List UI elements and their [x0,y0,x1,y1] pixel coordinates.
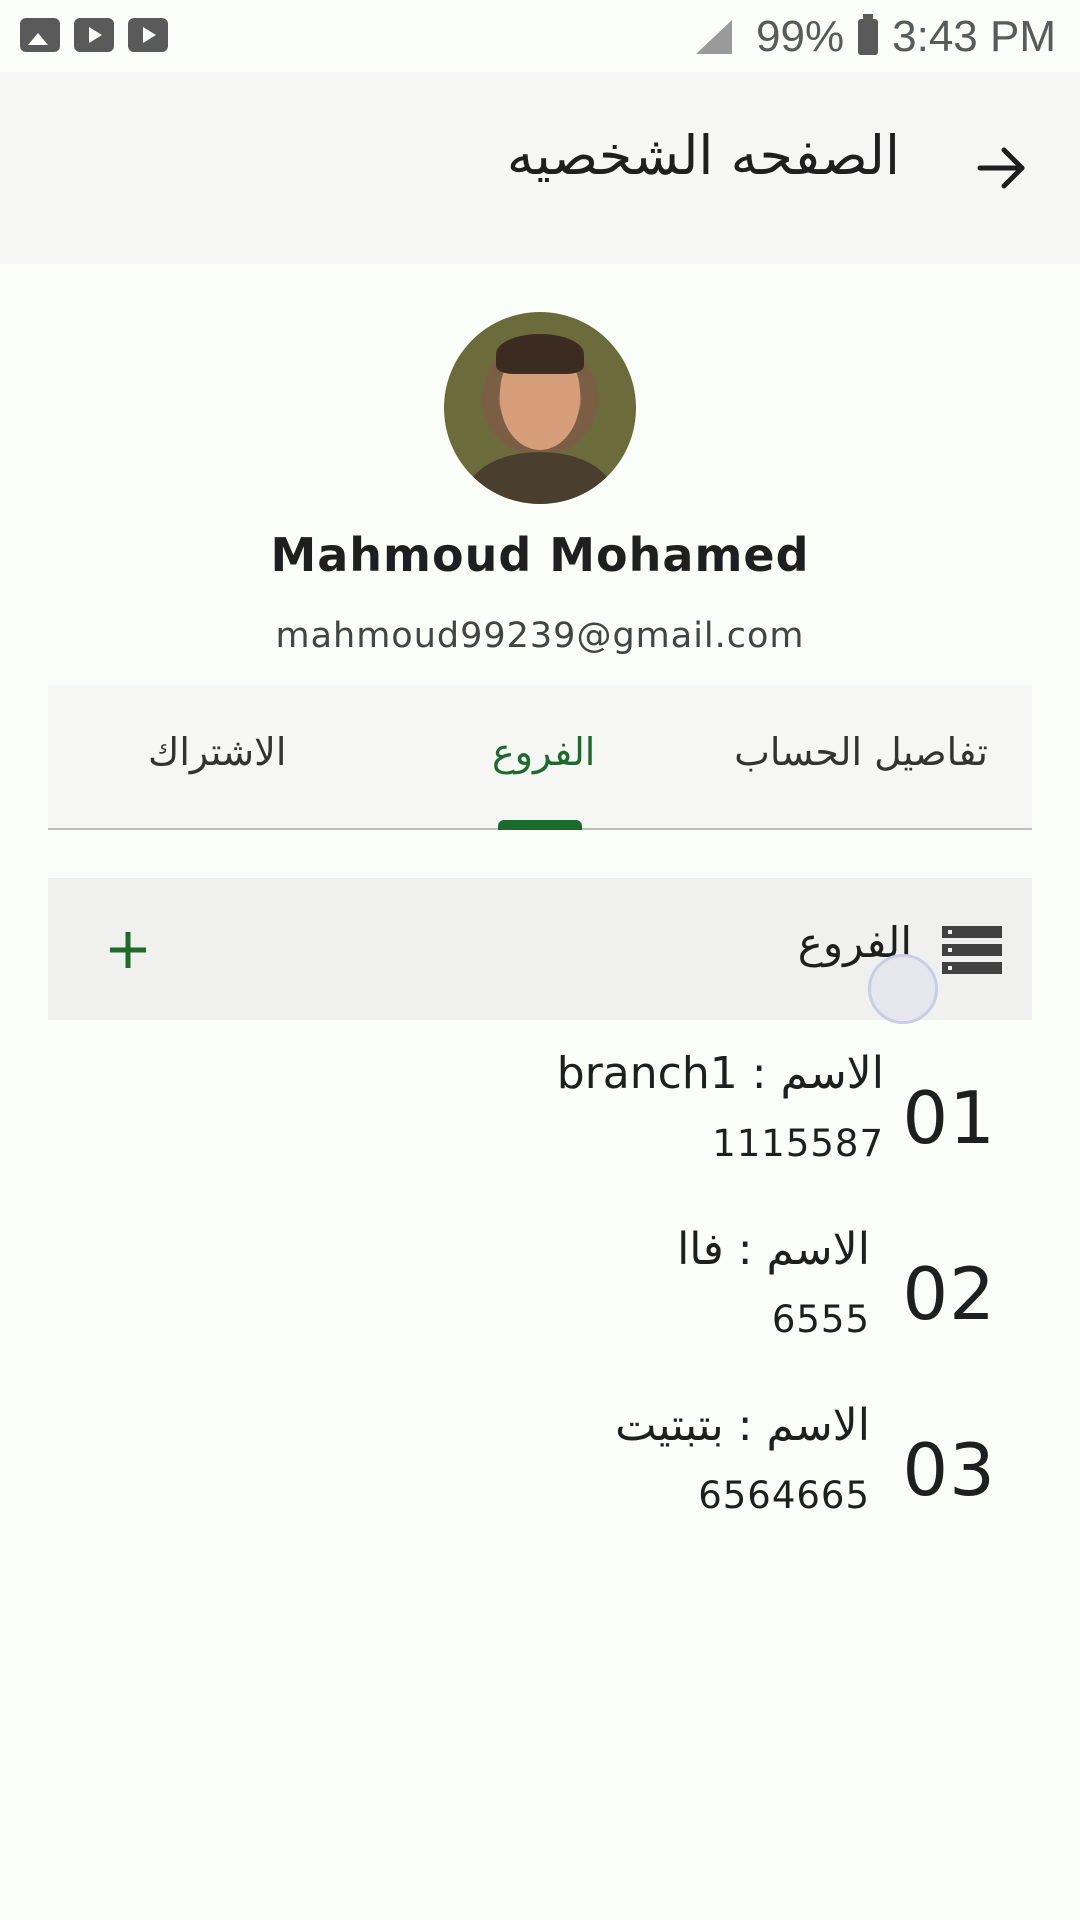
tab-account-details[interactable]: تفاصيل الحساب [734,730,988,774]
tab-bar: تفاصيل الحساب الفروع الاشتراك [48,686,1032,830]
touch-ripple [868,954,938,1024]
plus-icon [110,932,146,968]
page-title: الصفحه الشخصيه [506,124,900,187]
profile-email: mahmoud99239@gmail.com [275,616,805,656]
branch-number: 03 [902,1428,996,1512]
branch-number: 01 [902,1076,996,1160]
signal-icon [696,20,733,54]
branch-code: 6564665 [698,1474,870,1517]
system-icons: 99% 3:43 PM [696,12,1056,62]
youtube-icon [128,18,168,52]
branch-code: 6555 [771,1298,870,1341]
branch-name: الاسم : بتبتيت [615,1400,870,1451]
list-icon [942,926,1002,974]
branch-name: الاسم : فاا [677,1224,870,1275]
add-branch-button[interactable] [88,910,168,990]
active-tab-indicator [498,820,582,830]
profile-name: Mahmoud Mohamed [270,528,810,582]
tab-branches[interactable]: الفروع [492,730,595,774]
arrow-right-icon [977,147,1025,189]
notification-icons [20,18,168,52]
branch-name: الاسم : branch1 [556,1048,884,1099]
clock: 3:43 PM [892,12,1056,61]
branch-code: 1115587 [712,1122,884,1165]
list-item[interactable]: 02 الاسم : فاا 6555 [0,1216,1080,1386]
app-bar: الصفحه الشخصيه [0,72,1080,264]
youtube-icon [74,18,114,52]
status-bar: 99% 3:43 PM [0,0,1080,72]
list-item[interactable]: 03 الاسم : بتبتيت 6564665 [0,1392,1080,1562]
battery-icon [858,14,879,55]
branch-number: 02 [902,1252,996,1336]
tab-subscription[interactable]: الاشتراك [148,730,286,774]
battery-percentage: 99% [756,12,845,61]
list-item[interactable]: 01 الاسم : branch1 1115587 [0,1040,1080,1210]
arrow-right-icon[interactable] [972,138,1032,198]
avatar [444,312,636,504]
image-icon [20,18,60,52]
